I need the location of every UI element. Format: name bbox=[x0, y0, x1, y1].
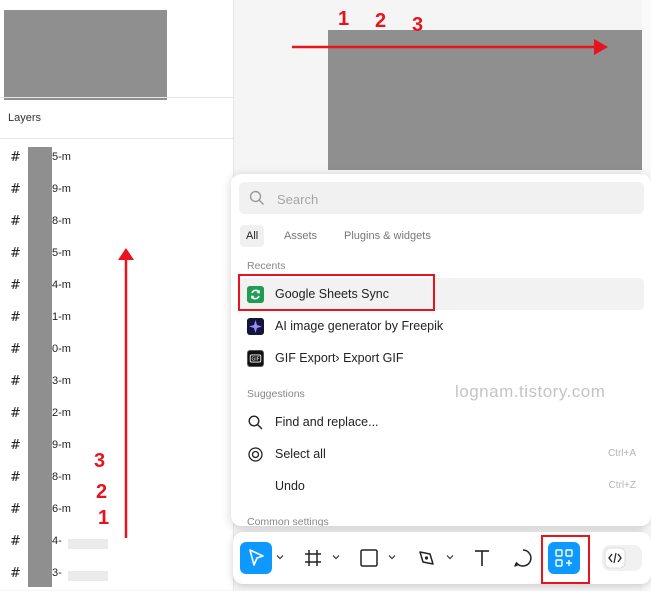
layer-label: 9-m bbox=[52, 183, 71, 195]
freepik-icon bbox=[247, 318, 264, 335]
gif-icon: GIF bbox=[247, 350, 264, 367]
annotation-number: 2 bbox=[375, 10, 387, 32]
suggestion-undo[interactable]: Undo Ctrl+Z bbox=[239, 470, 644, 502]
layer-label: 9-m bbox=[52, 439, 71, 451]
quick-actions-popup: All Assets Plugins & widgets Recents Goo… bbox=[231, 174, 651, 526]
highlight-annotation bbox=[541, 535, 590, 584]
frame-icon: # bbox=[10, 566, 21, 581]
watermark: lognam.tistory.com bbox=[455, 382, 606, 401]
chevron-down-icon[interactable] bbox=[388, 553, 396, 561]
dev-mode-toggle[interactable] bbox=[602, 545, 642, 571]
item-label: AI image generator by Freepik bbox=[275, 319, 444, 333]
frame-icon: # bbox=[10, 406, 21, 421]
target-icon bbox=[248, 447, 263, 462]
search-input[interactable] bbox=[275, 182, 629, 216]
annotation-number: 3 bbox=[412, 14, 424, 36]
rectangle-tool-icon[interactable] bbox=[356, 545, 382, 571]
frame-icon: # bbox=[10, 502, 21, 517]
common-settings-label: Common settings bbox=[247, 516, 329, 526]
move-tool-button[interactable] bbox=[240, 542, 272, 574]
tab-assets[interactable]: Assets bbox=[278, 225, 323, 247]
chevron-down-icon[interactable] bbox=[446, 553, 454, 561]
layer-label: 1-m bbox=[52, 311, 71, 323]
redacted-thumbnail bbox=[4, 10, 167, 100]
highlight-annotation bbox=[238, 274, 435, 311]
blurred-text bbox=[68, 539, 108, 549]
layer-label: 4-m bbox=[52, 279, 71, 291]
layer-label: 2-m bbox=[52, 407, 71, 419]
layer-label: 8-m bbox=[52, 215, 71, 227]
blurred-text bbox=[68, 571, 108, 581]
frame-icon: # bbox=[10, 150, 21, 165]
layer-label: 6-m bbox=[52, 503, 71, 515]
svg-text:GIF: GIF bbox=[252, 357, 260, 363]
frame-icon: # bbox=[10, 182, 21, 197]
item-label: Find and replace... bbox=[275, 415, 379, 429]
shortcut-hint: Ctrl+Z bbox=[608, 480, 637, 491]
arrow-right-annotation bbox=[292, 39, 608, 55]
annotation-number: 1 bbox=[338, 8, 350, 30]
frame-icon: # bbox=[10, 246, 21, 261]
layer-label: 5-m bbox=[52, 151, 71, 163]
item-label: Select all bbox=[275, 447, 326, 461]
pen-tool-icon[interactable] bbox=[413, 545, 439, 571]
annotation-number: 3 bbox=[94, 450, 106, 472]
suggestions-label: Suggestions bbox=[247, 388, 305, 400]
item-label: Undo bbox=[275, 479, 305, 493]
frame-icon: # bbox=[10, 278, 21, 293]
layer-label: 3- bbox=[52, 567, 62, 579]
tab-all[interactable]: All bbox=[240, 225, 265, 247]
search-icon bbox=[249, 190, 264, 205]
cursor-icon bbox=[249, 549, 264, 566]
layer-label: 4- bbox=[52, 535, 62, 547]
frame-icon: # bbox=[10, 470, 21, 485]
layers-header: Layers bbox=[0, 97, 233, 139]
layer-label: 8-m bbox=[52, 471, 71, 483]
layer-label: 0-m bbox=[52, 343, 71, 355]
shortcut-hint: Ctrl+A bbox=[607, 448, 636, 459]
recents-label: Recents bbox=[247, 260, 286, 272]
recent-item-ai-image-generator[interactable]: AI image generator by Freepik bbox=[239, 310, 644, 342]
frame-icon: # bbox=[10, 310, 21, 325]
suggestion-find-and-replace[interactable]: Find and replace... bbox=[239, 406, 644, 438]
tab-plugins-widgets[interactable]: Plugins & widgets bbox=[338, 225, 437, 247]
annotation-number: 1 bbox=[98, 507, 110, 529]
comment-tool-icon[interactable] bbox=[510, 545, 536, 571]
annotation-number: 2 bbox=[96, 481, 108, 503]
recent-item-gif-export[interactable]: GIF GIF Export› Export GIF bbox=[239, 342, 644, 374]
frame-icon: # bbox=[10, 214, 21, 229]
layer-label: 3-m bbox=[52, 375, 71, 387]
arrow-up-annotation bbox=[118, 248, 134, 538]
frame-icon: # bbox=[10, 342, 21, 357]
redaction-bar bbox=[28, 147, 52, 587]
chevron-down-icon[interactable] bbox=[276, 553, 284, 561]
code-icon bbox=[604, 547, 626, 569]
search-box[interactable] bbox=[239, 182, 644, 216]
frame-icon: # bbox=[10, 534, 21, 549]
text-tool-icon[interactable] bbox=[469, 545, 495, 571]
layer-label: 5-m bbox=[52, 247, 71, 259]
item-label: GIF Export› Export GIF bbox=[275, 351, 404, 365]
frame-icon: # bbox=[10, 438, 21, 453]
suggestion-select-all[interactable]: Select all Ctrl+A bbox=[239, 438, 644, 470]
chevron-down-icon[interactable] bbox=[332, 553, 340, 561]
frame-tool-icon[interactable] bbox=[300, 545, 326, 571]
search-icon bbox=[248, 415, 263, 430]
frame-icon: # bbox=[10, 374, 21, 389]
layers-title: Layers bbox=[8, 112, 42, 124]
